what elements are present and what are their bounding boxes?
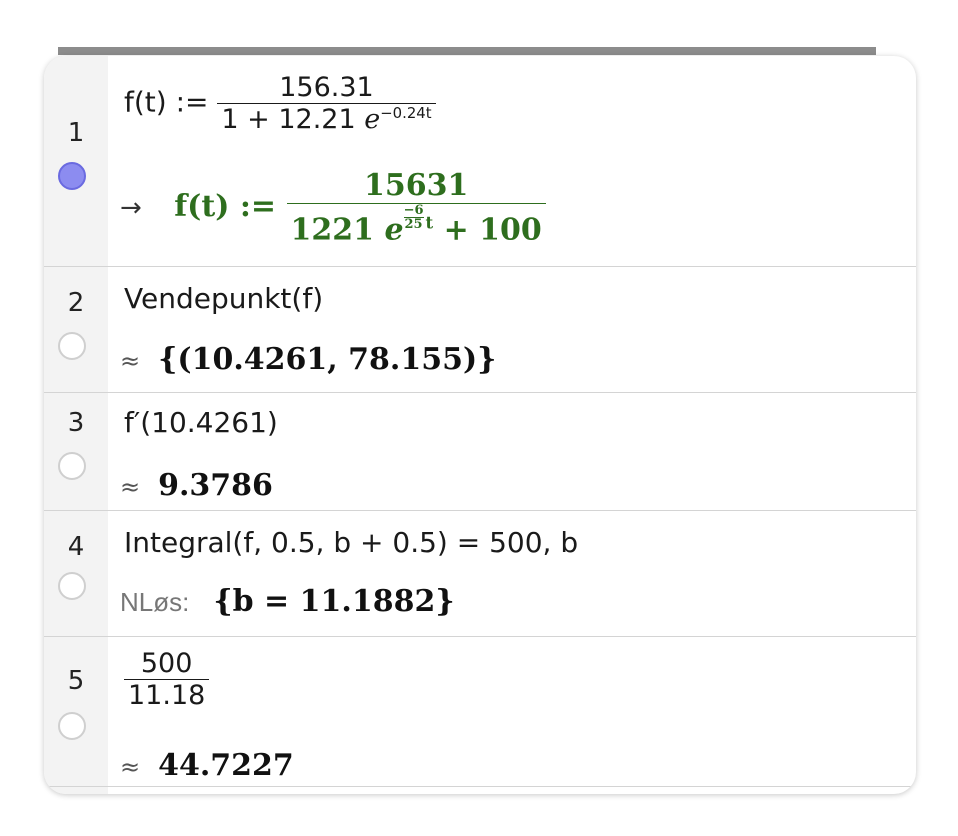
fraction-numerator: 156.31: [217, 72, 436, 104]
row-number: 3: [67, 408, 85, 438]
cas-output: NLøs: {b = 11.1882}: [120, 584, 455, 619]
denominator-text: 1221: [290, 212, 385, 248]
fraction-denominator: 1 + 12.21 e−0.24t: [217, 104, 435, 135]
cas-output: ≈ {(10.4261, 78.155)}: [120, 342, 496, 377]
euler-e: e: [384, 212, 404, 248]
cas-view: 1 f(t) := 156.31 1 + 12.21 e−0.24t → f(t…: [44, 56, 916, 794]
fraction-numerator: 500: [124, 648, 210, 680]
output-value: {(10.4261, 78.155)}: [158, 342, 497, 377]
cas-row-4[interactable]: 4 Integral(f, 0.5, b + 0.5) = 500, b NLø…: [44, 510, 916, 637]
cas-input[interactable]: f′(10.4261): [124, 406, 278, 439]
exponent-denominator: 25: [404, 217, 423, 232]
visibility-toggle[interactable]: [58, 712, 86, 740]
cas-input[interactable]: 500 11.18: [124, 648, 210, 711]
approx-symbol: ≈: [120, 753, 141, 781]
cas-output: ≈44.7227: [120, 748, 294, 783]
output-value: 44.7227: [158, 748, 294, 783]
nlos-label: NLøs:: [120, 587, 190, 617]
cas-row-3[interactable]: 3 f′(10.4261) ≈9.3786: [44, 392, 916, 511]
cas-output: ≈9.3786: [120, 468, 273, 503]
exponent-fraction: −6 25: [403, 203, 424, 232]
cas-row-1[interactable]: 1 f(t) := 156.31 1 + 12.21 e−0.24t → f(t…: [44, 56, 916, 267]
fraction-denominator: 11.18: [128, 680, 206, 711]
cas-input[interactable]: Integral(f, 0.5, b + 0.5) = 500, b: [124, 526, 578, 559]
cas-input[interactable]: Vendepunkt(f): [124, 282, 323, 315]
output-lhs: f(t) :=: [174, 188, 287, 224]
exponent: −0.24t: [380, 104, 432, 122]
row-number: 4: [67, 532, 85, 562]
output-fraction: 15631 1221 e −6 25 t + 100: [286, 168, 546, 248]
output-value: {b = 11.1882}: [213, 584, 455, 619]
visibility-toggle[interactable]: [58, 332, 86, 360]
denominator-tail: + 100: [433, 212, 542, 248]
input-lhs: f(t) :=: [124, 85, 218, 119]
output-arrow: →: [120, 192, 142, 223]
approx-symbol: ≈: [120, 473, 141, 501]
window-top-bar: [58, 47, 876, 55]
fraction-denominator: 1221 e −6 25 t + 100: [287, 204, 546, 248]
cas-output: → f(t) := 15631 1221 e −6 25 t + 100: [120, 168, 546, 248]
input-fraction: 500 11.18: [124, 648, 210, 711]
denominator-text: 1 + 12.21: [221, 104, 365, 135]
approx-symbol: ≈: [120, 347, 141, 375]
row-number: 2: [67, 288, 85, 318]
cas-row-2[interactable]: 2 Vendepunkt(f) ≈ {(10.4261, 78.155)}: [44, 266, 916, 393]
row-number: 5: [67, 666, 85, 696]
output-value: 9.3786: [158, 468, 273, 503]
visibility-toggle[interactable]: [58, 452, 86, 480]
exponent-variable: t: [425, 213, 434, 233]
row-number: 1: [67, 118, 85, 148]
visibility-toggle[interactable]: [58, 572, 86, 600]
exponent-numerator: −6: [403, 203, 424, 218]
cas-input[interactable]: f(t) := 156.31 1 + 12.21 e−0.24t: [124, 72, 436, 135]
visibility-toggle[interactable]: [58, 162, 86, 190]
input-fraction: 156.31 1 + 12.21 e−0.24t: [217, 72, 436, 135]
euler-e: e: [364, 104, 381, 135]
cas-row-5[interactable]: 5 500 11.18 ≈44.7227: [44, 636, 916, 787]
fraction-numerator: 15631: [286, 168, 546, 204]
